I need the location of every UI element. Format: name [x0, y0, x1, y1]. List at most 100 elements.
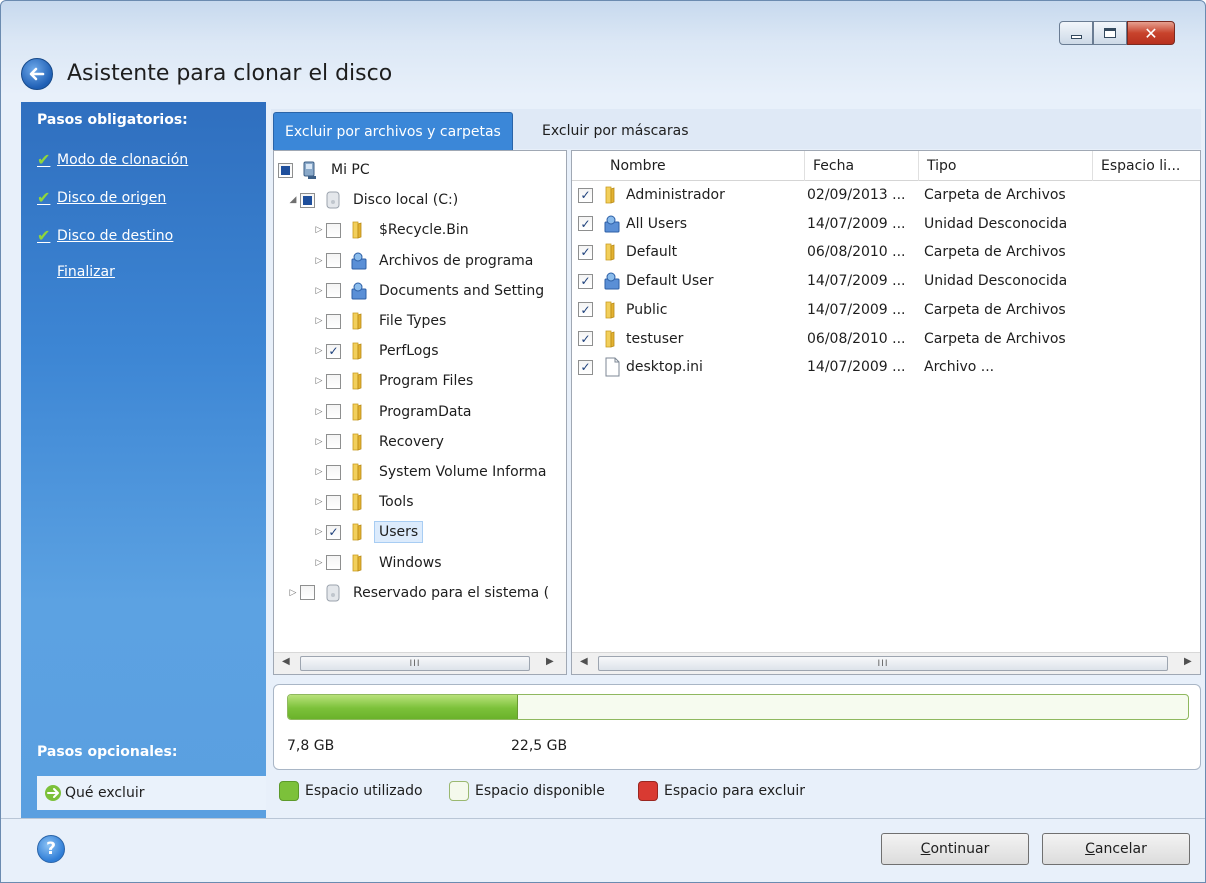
folder-icon — [602, 185, 622, 205]
legend-swatch — [279, 781, 299, 801]
scroll-right-icon[interactable]: ▶ — [1184, 656, 1192, 667]
expand-toggle-icon[interactable]: ▷ — [312, 225, 326, 235]
sidebar-item-que-excluir[interactable]: Qué excluir — [37, 776, 266, 810]
sidebar-step-1[interactable]: ✔ Modo de clonación — [37, 150, 188, 169]
tree-item-checkbox[interactable] — [326, 253, 341, 269]
tree-item-checkbox[interactable]: ✓ — [326, 343, 341, 359]
column-header-name[interactable]: Nombre — [602, 151, 804, 181]
expand-toggle-icon[interactable]: ▷ — [286, 588, 300, 598]
scroll-left-icon[interactable]: ◀ — [282, 656, 290, 667]
sidebar-step-2[interactable]: ✔ Disco de origen — [37, 188, 166, 207]
tree-item-checkbox[interactable] — [326, 313, 341, 329]
expand-toggle-icon[interactable]: ▷ — [312, 558, 326, 568]
tree-item-checkbox[interactable] — [326, 373, 341, 389]
list-item[interactable]: ✓ All Users 14/07/2009 ... Unidad Desconoci… — [572, 210, 1200, 238]
back-button[interactable] — [21, 58, 53, 90]
tree-item-checkbox[interactable] — [300, 192, 315, 208]
expand-toggle-icon[interactable]: ▷ — [312, 316, 326, 326]
list-item-type: Carpeta de Archivos — [924, 244, 1066, 261]
tree-item[interactable]: ▷ Windows — [312, 548, 442, 578]
list-item[interactable]: ✓ desktop.ini 14/07/2009 ... Archivo ... — [572, 353, 1200, 381]
required-steps-heading: Pasos obligatorios: — [37, 112, 188, 128]
tab-exclude-files-folders[interactable]: Excluir por archivos y carpetas — [273, 112, 513, 150]
expand-toggle-icon[interactable]: ▷ — [312, 527, 326, 537]
tree-item[interactable]: ▷ ✓ Users — [312, 517, 424, 547]
column-header-free-space[interactable]: Espacio li... — [1092, 151, 1200, 181]
list-item[interactable]: ✓ testuser 06/08/2010 ... Carpeta de Archiv… — [572, 325, 1200, 353]
list-item[interactable]: ✓ Default 06/08/2010 ... Carpeta de Archivo… — [572, 238, 1200, 266]
folder-tree[interactable]: Mi PC ◢ Disco local (C:) ▷ $Recycle.Bin ▷ Arch… — [273, 150, 567, 675]
expand-toggle-icon[interactable]: ▷ — [312, 407, 326, 417]
tree-item-checkbox[interactable] — [326, 434, 341, 450]
tree-item[interactable]: ▷ System Volume Informa — [312, 457, 546, 487]
list-item-checkbox[interactable]: ✓ — [578, 359, 593, 375]
file-list[interactable]: Nombre Fecha Tipo Espacio li... ✓ Adminis… — [571, 150, 1201, 675]
tree-item[interactable]: ▷ Recovery — [312, 427, 444, 457]
expand-toggle-icon[interactable]: ◢ — [286, 195, 300, 205]
legend-swatch — [638, 781, 658, 801]
tree-item-checkbox[interactable] — [300, 585, 315, 601]
list-horizontal-scrollbar[interactable]: ◀ III ▶ — [572, 652, 1200, 674]
tree-item-checkbox[interactable]: ✓ — [326, 524, 341, 540]
list-item-checkbox[interactable]: ✓ — [578, 216, 593, 232]
folder-icon — [349, 462, 369, 482]
scroll-grip: III — [409, 658, 421, 669]
tree-item[interactable]: ▷ Reservado para el sistema ( — [286, 578, 549, 608]
minimize-button[interactable] — [1059, 21, 1093, 45]
list-item[interactable]: ✓ Administrador 02/09/2013 ... Carpeta de A… — [572, 181, 1200, 209]
expand-toggle-icon[interactable]: ▷ — [312, 286, 326, 296]
scroll-thumb[interactable]: III — [300, 656, 530, 671]
tree-item-label: Recovery — [379, 433, 444, 450]
list-item-checkbox[interactable]: ✓ — [578, 187, 593, 203]
tree-item-checkbox[interactable] — [326, 464, 341, 480]
sidebar-step-3[interactable]: ✔ Disco de destino — [37, 226, 173, 245]
drive-icon — [323, 583, 343, 603]
list-item-checkbox[interactable]: ✓ — [578, 302, 593, 318]
list-item-checkbox[interactable]: ✓ — [578, 273, 593, 289]
tree-item-checkbox[interactable] — [278, 162, 293, 178]
list-item-checkbox[interactable]: ✓ — [578, 331, 593, 346]
scroll-left-icon[interactable]: ◀ — [580, 656, 588, 667]
tree-item-checkbox[interactable] — [326, 222, 341, 238]
tree-item[interactable]: ▷ Archivos de programa — [312, 246, 533, 276]
cancel-button[interactable]: Cancelar — [1042, 833, 1190, 865]
expand-toggle-icon[interactable]: ▷ — [312, 376, 326, 386]
tree-item[interactable]: ▷ Documents and Setting — [312, 276, 544, 306]
tree-item[interactable]: ▷ Tools — [312, 487, 414, 517]
expand-toggle-icon[interactable]: ▷ — [312, 346, 326, 356]
close-button[interactable]: ✕ — [1127, 21, 1175, 45]
tree-item-checkbox[interactable] — [326, 404, 341, 420]
tree-item[interactable]: ▷ $Recycle.Bin — [312, 215, 469, 245]
expand-toggle-icon[interactable]: ▷ — [312, 256, 326, 266]
folder-icon — [349, 522, 369, 542]
tree-item[interactable]: ◢ Disco local (C:) — [286, 185, 458, 215]
sidebar-step-4[interactable]: Finalizar — [37, 264, 115, 280]
tree-item[interactable]: ▷ ✓ PerfLogs — [312, 336, 439, 366]
expand-toggle-icon[interactable]: ▷ — [312, 467, 326, 477]
expand-toggle-icon[interactable]: ▷ — [312, 497, 326, 507]
continue-button[interactable]: Continuar — [881, 833, 1029, 865]
column-header-type[interactable]: Tipo — [918, 151, 1092, 181]
cancel-mnemonic: C — [1085, 841, 1095, 857]
tree-item-checkbox[interactable] — [326, 283, 341, 299]
tree-item-checkbox[interactable] — [326, 494, 341, 510]
list-item-checkbox[interactable]: ✓ — [578, 244, 593, 260]
expand-toggle-icon[interactable]: ▷ — [312, 437, 326, 447]
tree-horizontal-scrollbar[interactable]: ◀ III ▶ — [274, 652, 566, 674]
tree-item[interactable]: ▷ ProgramData — [312, 397, 472, 427]
scroll-right-icon[interactable]: ▶ — [546, 656, 554, 667]
tree-item-checkbox[interactable] — [326, 555, 341, 571]
tree-item[interactable]: Mi PC — [278, 155, 370, 185]
maximize-button[interactable] — [1093, 21, 1127, 45]
list-item[interactable]: ✓ Default User 14/07/2009 ... Unidad Descon… — [572, 267, 1200, 295]
column-header-date[interactable]: Fecha — [804, 151, 918, 181]
help-button[interactable]: ? — [37, 835, 65, 863]
tab-exclude-masks[interactable]: Excluir por máscaras — [531, 112, 700, 150]
tree-item[interactable]: ▷ Program Files — [312, 366, 473, 396]
list-item-date: 14/07/2009 ... — [807, 301, 906, 318]
tree-item[interactable]: ▷ File Types — [312, 306, 446, 336]
close-icon: ✕ — [1144, 23, 1158, 43]
scroll-thumb[interactable]: III — [598, 656, 1168, 671]
list-item[interactable]: ✓ Public 14/07/2009 ... Carpeta de Archivos — [572, 296, 1200, 324]
disk-usage-panel: 7,8 GB 22,5 GB — [273, 684, 1201, 770]
